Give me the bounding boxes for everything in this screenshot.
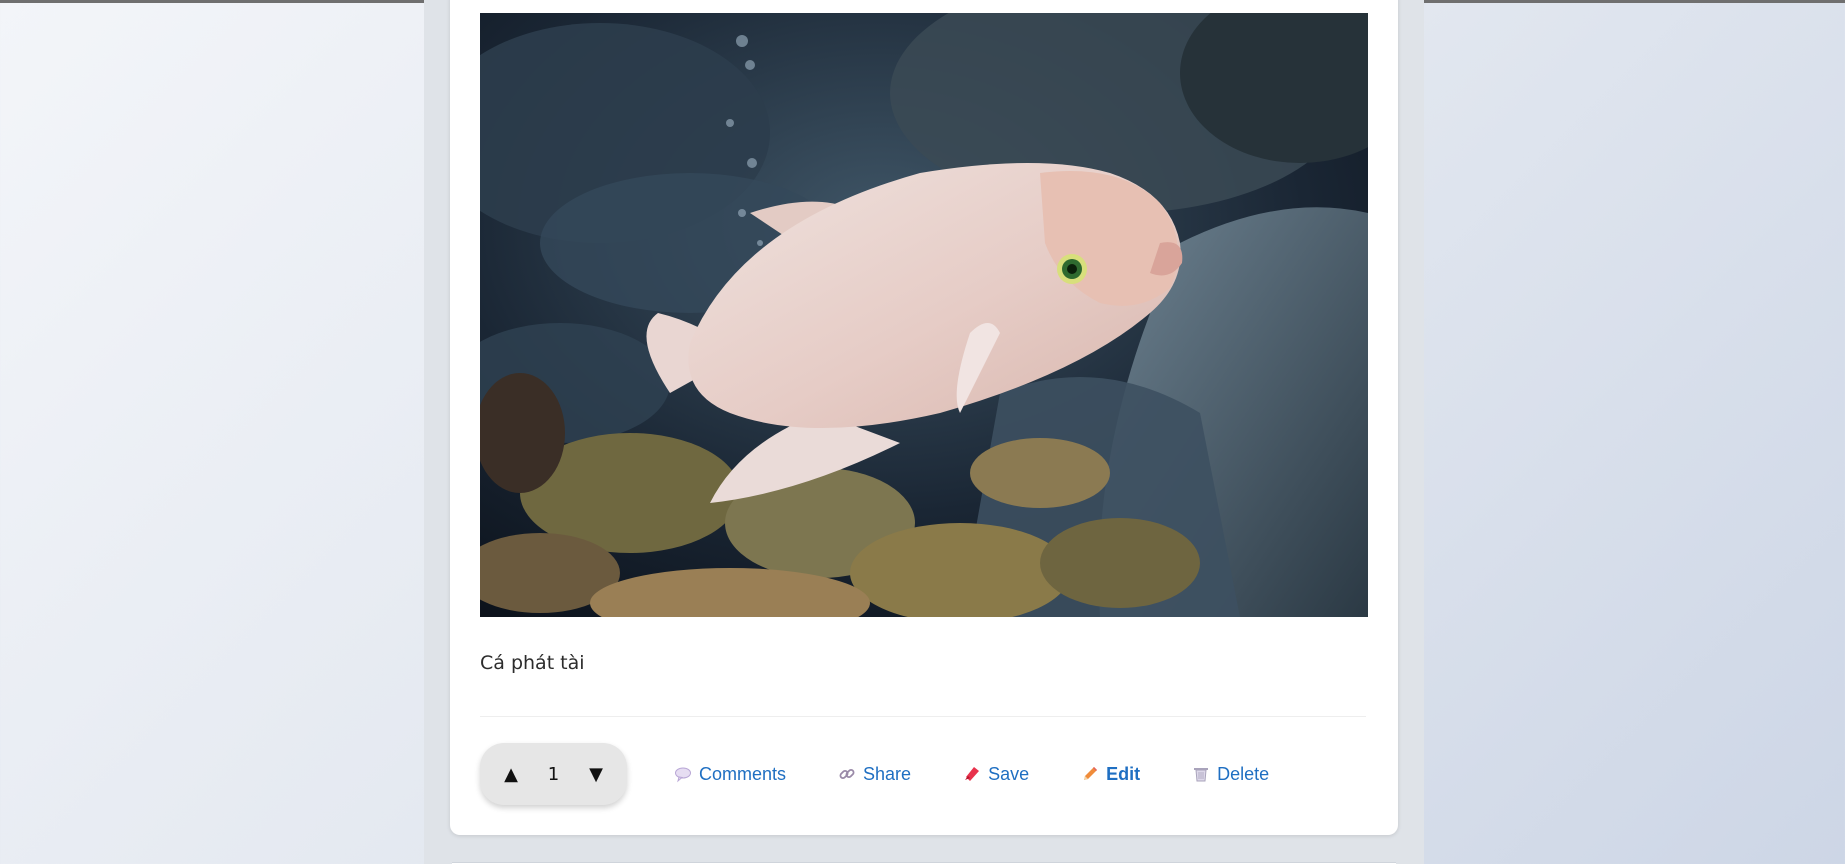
save-button[interactable]: Save: [963, 764, 1029, 785]
link-icon: [838, 765, 856, 783]
vote-count: 1: [547, 763, 560, 785]
bookmark-icon: [963, 765, 981, 783]
post-actions: Comments Share Save Edit Delete: [674, 760, 1321, 788]
fish-photo: [480, 13, 1368, 617]
comments-button[interactable]: Comments: [674, 764, 786, 785]
pencil-icon: [1081, 765, 1099, 783]
delete-button[interactable]: Delete: [1192, 764, 1269, 785]
downvote-button[interactable]: ▼: [585, 764, 607, 785]
comments-label: Comments: [699, 763, 787, 784]
share-label: Share: [863, 763, 912, 784]
delete-label: Delete: [1217, 763, 1270, 784]
edit-label: Edit: [1106, 763, 1141, 784]
speech-bubble-icon: [674, 765, 692, 783]
post-divider: [480, 716, 1366, 717]
vote-control: ▲ 1 ▼: [480, 743, 627, 805]
trash-icon: [1192, 765, 1210, 783]
post-caption: Cá phát tài: [480, 652, 585, 674]
post-card: Cá phát tài ▲ 1 ▼ Comments Share Save Ed…: [450, 0, 1398, 835]
edit-button[interactable]: Edit: [1081, 764, 1140, 785]
share-button[interactable]: Share: [838, 764, 911, 785]
upvote-button[interactable]: ▲: [500, 764, 522, 785]
save-label: Save: [988, 763, 1030, 784]
post-image[interactable]: [480, 13, 1368, 617]
